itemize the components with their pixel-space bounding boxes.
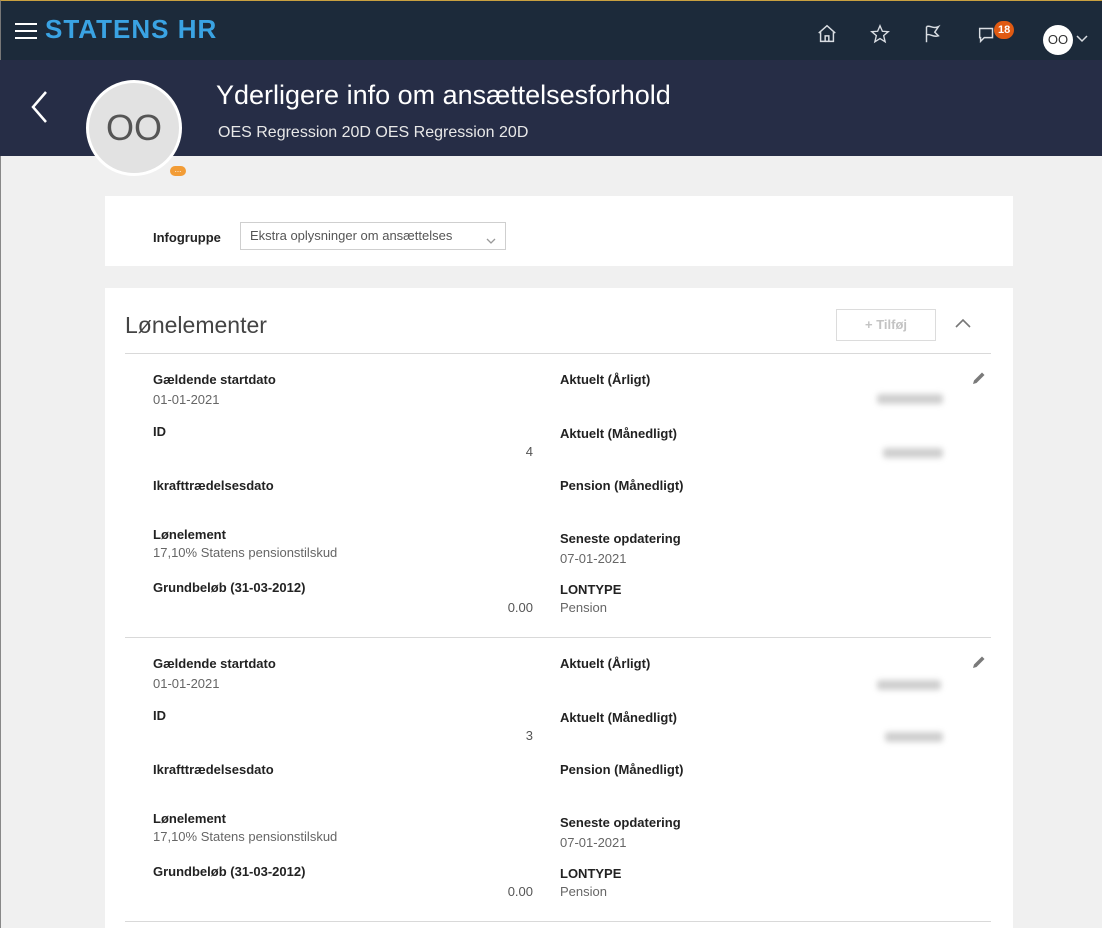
add-button[interactable]: + Tilføj <box>836 309 936 341</box>
seneste-opdatering-label: Seneste opdatering <box>560 815 681 830</box>
id-value: 3 <box>525 728 533 743</box>
grundbelob-label: Grundbeløb (31-03-2012) <box>153 580 306 595</box>
record-divider <box>125 637 991 638</box>
chevron-down-icon[interactable] <box>1075 31 1089 45</box>
infogruppe-label: Infogruppe <box>153 230 221 245</box>
id-label: ID <box>153 708 166 723</box>
lonelement-value: 17,10% Statens pensionstilskud <box>153 829 338 844</box>
notification-count-badge[interactable]: 18 <box>994 21 1015 39</box>
pencil-icon[interactable] <box>971 654 987 670</box>
star-icon[interactable] <box>869 23 891 45</box>
app-brand[interactable]: STATENS HR <box>45 14 217 45</box>
redacted-value <box>877 680 941 690</box>
pension-label: Pension (Månedligt) <box>560 762 684 777</box>
aktuelt-aarligt-label: Aktuelt (Årligt) <box>560 656 651 671</box>
grundbelob-value: 0.00 <box>507 884 533 899</box>
lontype-label: LONTYPE <box>560 582 622 597</box>
aktuelt-maanedligt-label: Aktuelt (Månedligt) <box>560 426 677 441</box>
aktuelt-aarligt-label: Aktuelt (Årligt) <box>560 372 651 387</box>
back-arrow-icon[interactable] <box>28 88 50 126</box>
user-avatar[interactable]: OO <box>1043 25 1073 55</box>
lontype-value: Pension <box>560 600 607 615</box>
chevron-down-icon <box>485 230 497 244</box>
page-subtitle: OES Regression 20D OES Regression 20D <box>218 124 529 141</box>
page-title: Yderligere info om ansættelsesforhold <box>216 80 671 110</box>
left-divider <box>0 156 1 928</box>
id-value: 4 <box>525 444 533 459</box>
grundbelob-value: 0.00 <box>507 600 533 615</box>
avatar-more-badge[interactable]: ... <box>170 166 186 176</box>
startdato-value: 01-01-2021 <box>153 676 220 691</box>
infogruppe-select[interactable]: Ekstra oplysninger om ansættelses <box>240 222 506 250</box>
startdato-label: Gældende startdato <box>153 372 276 387</box>
lontype-value: Pension <box>560 884 607 899</box>
top-navigation-bar: STATENS HR 18 OO <box>0 0 1102 60</box>
startdato-value: 01-01-2021 <box>153 392 220 407</box>
home-icon[interactable] <box>816 23 838 45</box>
pension-label: Pension (Månedligt) <box>560 478 684 493</box>
seneste-opdatering-value: 07-01-2021 <box>560 835 627 850</box>
seneste-opdatering-label: Seneste opdatering <box>560 531 681 546</box>
lonelementer-card: Lønelementer + Tilføj Gældende startdato… <box>105 288 1013 928</box>
lonelement-value: 17,10% Statens pensionstilskud <box>153 545 338 560</box>
menu-icon[interactable] <box>15 18 37 42</box>
redacted-value <box>877 394 943 404</box>
lonelement-label: Lønelement <box>153 527 226 542</box>
section-divider <box>125 353 991 354</box>
ikraft-label: Ikrafttrædelsesdato <box>153 478 274 493</box>
section-title: Lønelementer <box>125 312 267 338</box>
redacted-value <box>885 732 943 742</box>
redacted-value <box>883 448 943 458</box>
lonelement-label: Lønelement <box>153 811 226 826</box>
grundbelob-label: Grundbeløb (31-03-2012) <box>153 864 306 879</box>
chevron-up-icon[interactable] <box>954 316 972 330</box>
record-divider <box>125 921 991 922</box>
ikraft-label: Ikrafttrædelsesdato <box>153 762 274 777</box>
aktuelt-maanedligt-label: Aktuelt (Månedligt) <box>560 710 677 725</box>
infogruppe-card: Infogruppe Ekstra oplysninger om ansætte… <box>105 196 1013 266</box>
id-label: ID <box>153 424 166 439</box>
infogruppe-selected-value: Ekstra oplysninger om ansættelses <box>250 228 453 243</box>
startdato-label: Gældende startdato <box>153 656 276 671</box>
flag-icon[interactable] <box>921 23 943 45</box>
lontype-label: LONTYPE <box>560 866 622 881</box>
pencil-icon[interactable] <box>971 370 987 386</box>
seneste-opdatering-value: 07-01-2021 <box>560 551 627 566</box>
employee-avatar: OO <box>86 80 182 176</box>
